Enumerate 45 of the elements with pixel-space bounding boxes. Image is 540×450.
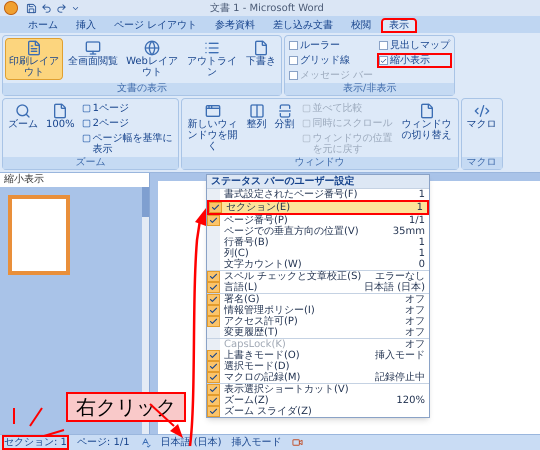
menu-value: エラーなし: [375, 271, 426, 282]
menu-label: 情報管理ポリシー(I): [222, 305, 316, 316]
menu-label: マクロの記録(M): [223, 372, 302, 383]
menu-value: 1: [418, 237, 426, 248]
group-label: ズーム: [3, 157, 178, 169]
menu-label: 選択モード(D): [223, 361, 291, 372]
group-label: 文書の表示: [3, 83, 281, 95]
menu-value: オフ: [405, 294, 426, 305]
menu-label: 書式設定されたページ番号(F): [223, 189, 359, 200]
menu-label: スペル チェックと文章校正(S): [223, 271, 362, 282]
group-label: ウィンドウ: [182, 157, 458, 169]
window-title: 文書 1 - Microsoft Word: [210, 2, 324, 16]
group-label: 表示/非表示: [285, 83, 454, 95]
menu-value: オフ: [405, 305, 426, 316]
menu-value: 日本語 (日本): [364, 282, 426, 293]
menu-label: 上書きモード(O): [223, 350, 301, 361]
pane-title: 縮小表示: [0, 173, 149, 187]
menu-value: 1: [418, 248, 426, 259]
menu-value: 35mm: [392, 226, 426, 237]
menu-label: 言語(L): [223, 282, 258, 293]
menu-label: 文字カウント(W): [223, 259, 303, 270]
menu-value: 1: [416, 202, 424, 213]
menu-label: 変更履歴(T): [223, 327, 279, 338]
menu-value: オフ: [405, 327, 426, 338]
menu-label: ページでの垂直方向の位置(V): [223, 226, 360, 237]
menu-value: 0: [418, 259, 426, 270]
group-label: マクロ: [462, 157, 502, 169]
menu-label: ズーム スライダ(Z): [223, 406, 313, 417]
menu-value: オフ: [405, 339, 426, 350]
menu-label: 表示選択ショートカット(V): [223, 384, 350, 395]
menu-value: 120%: [396, 395, 426, 406]
menu-label: 行番号(B): [223, 237, 270, 248]
menu-label: セクション(E): [225, 202, 292, 213]
menu-label: アクセス許可(P): [223, 316, 299, 327]
menu-value: オフ: [405, 316, 426, 327]
menu-value: 1/1: [408, 215, 426, 226]
menu-value: 1: [418, 189, 426, 200]
menu-label: ズーム(Z): [223, 395, 270, 406]
menu-label: ページ番号(P): [223, 215, 288, 226]
menu-label: 列(C): [223, 248, 250, 259]
menu-label: 署名(G): [224, 294, 261, 305]
menu-label: CapsLock(K): [223, 339, 287, 350]
menu-value: 挿入モード: [375, 350, 426, 361]
menu-title: ステータス バーのユーザー設定: [207, 175, 429, 188]
menu-value: 記録停止中: [375, 372, 426, 383]
